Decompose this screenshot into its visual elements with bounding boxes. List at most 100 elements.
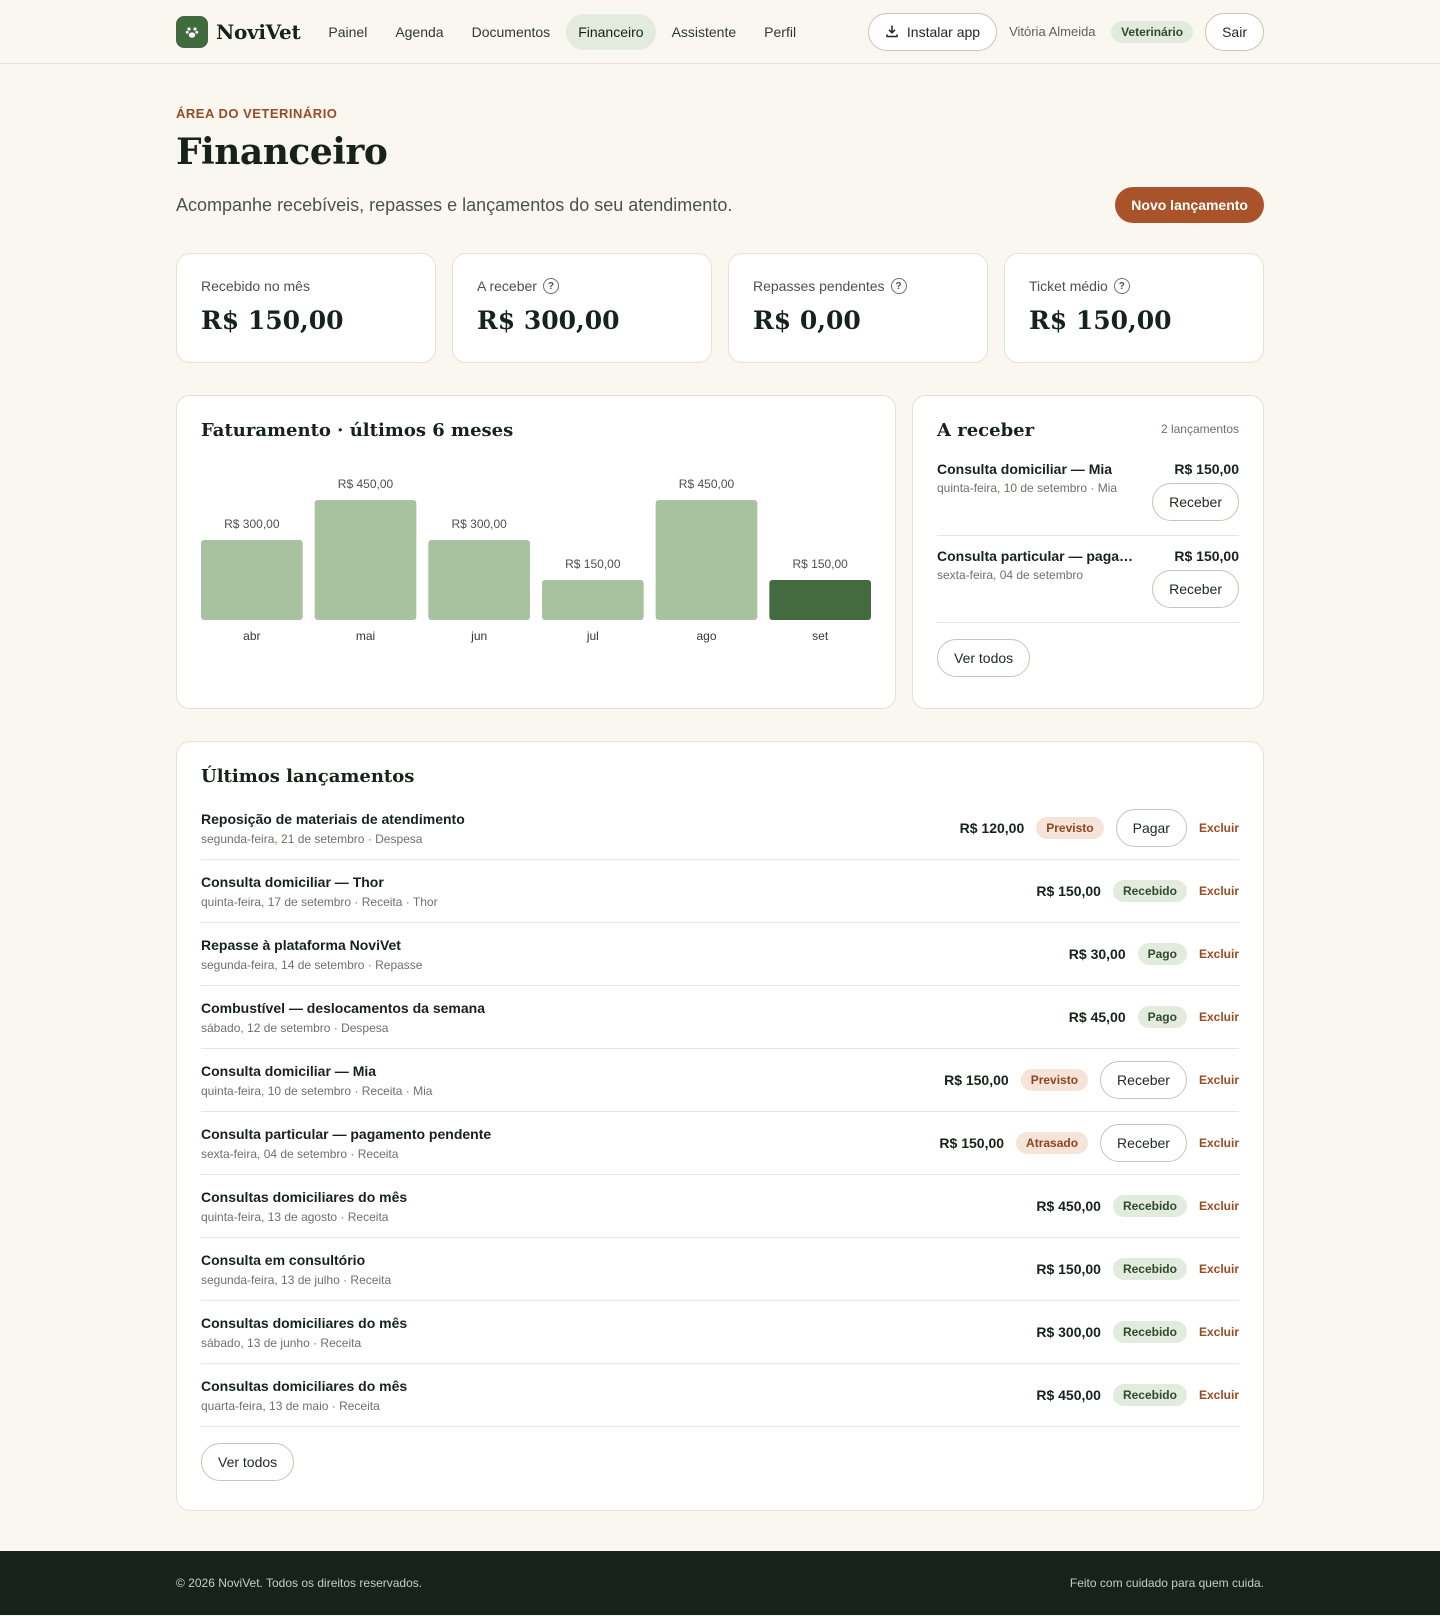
- entry-amount: R$ 450,00: [1036, 1198, 1101, 1214]
- entry-status-badge: Recebido: [1112, 1195, 1187, 1217]
- entry-subtitle: sexta-feira, 04 de setembro · Receita: [201, 1146, 399, 1161]
- stat-value: R$ 150,00: [1029, 306, 1172, 335]
- help-icon[interactable]: ?: [1113, 278, 1130, 294]
- chart-bar-jun: [428, 540, 530, 620]
- entry-delete-link[interactable]: Excluir: [1199, 821, 1239, 835]
- nav-agenda[interactable]: Agenda: [383, 14, 455, 50]
- stat-card-average-ticket: Ticket médio? R$ 150,00: [1004, 253, 1264, 363]
- entry-delete-link[interactable]: Excluir: [1199, 1010, 1239, 1024]
- chart-value-label: R$ 300,00: [451, 517, 507, 531]
- entry-amount: R$ 150,00: [939, 1135, 1005, 1151]
- entry-row: Repasse à plataforma NoviVet segunda-feir…: [201, 923, 1239, 986]
- chart-bar-ago: [655, 500, 758, 620]
- main-nav: Painel Agenda Documentos Financeiro Assi…: [316, 14, 808, 50]
- stat-value: R$ 0,00: [753, 306, 861, 335]
- entry-delete-link[interactable]: Excluir: [1199, 1136, 1239, 1150]
- nav-perfil[interactable]: Perfil: [752, 14, 808, 50]
- entry-subtitle: sábado, 13 de junho · Receita: [201, 1335, 362, 1350]
- entry-delete-link[interactable]: Excluir: [1199, 884, 1239, 898]
- entry-row: Consulta em consultório segunda-feira, 13…: [201, 1238, 1239, 1301]
- entry-action-button[interactable]: Receber: [1100, 1124, 1187, 1162]
- stats-row: Recebido no mês R$ 150,00 A receber? R$ …: [176, 253, 1264, 363]
- chart-category-label: set: [812, 629, 829, 643]
- entry-status-badge: Previsto: [1020, 1069, 1089, 1091]
- stat-label: Repasses pendentes: [753, 278, 885, 294]
- stat-card-receivable: A receber? R$ 300,00: [452, 253, 712, 363]
- chart-category-label: abr: [243, 629, 260, 643]
- chart-title: Faturamento · últimos 6 meses: [201, 420, 514, 441]
- stat-value: R$ 150,00: [201, 306, 344, 335]
- chart-value-label: R$ 450,00: [679, 477, 735, 491]
- stat-label: Ticket médio: [1029, 278, 1108, 294]
- entry-amount: R$ 450,00: [1036, 1387, 1101, 1403]
- role-badge: Veterinário: [1111, 21, 1194, 43]
- entry-status-badge: Previsto: [1036, 817, 1104, 839]
- install-app-button[interactable]: Instalar app: [867, 13, 998, 51]
- main-content: ÁREA DO VETERINÁRIO Financeiro Acompanhe…: [176, 64, 1264, 1511]
- entry-row: Combustível — deslocamentos da semana sáb…: [201, 986, 1239, 1049]
- entry-subtitle: quinta-feira, 10 de setembro · Receita ·…: [201, 1083, 433, 1098]
- receive-button[interactable]: Receber: [1152, 483, 1239, 521]
- entry-delete-link[interactable]: Excluir: [1199, 1262, 1239, 1276]
- entry-delete-link[interactable]: Excluir: [1199, 1388, 1239, 1402]
- entry-subtitle: segunda-feira, 21 de setembro · Despesa: [201, 831, 423, 846]
- receivables-title: A receber: [937, 420, 1035, 441]
- entry-action-button[interactable]: Pagar: [1115, 809, 1187, 847]
- entry-delete-link[interactable]: Excluir: [1199, 1199, 1239, 1213]
- entry-amount: R$ 150,00: [1036, 883, 1101, 899]
- chart-bar-mai: [314, 500, 417, 620]
- entry-row: Consultas domiciliares do mês quarta-feir…: [201, 1364, 1239, 1427]
- chart-bar-jul: [542, 580, 644, 620]
- entry-status-badge: Pago: [1137, 1006, 1187, 1028]
- receivable-amount: R$ 150,00: [1174, 461, 1239, 477]
- entry-row: Consulta particular — pagamento pendente…: [201, 1112, 1239, 1175]
- receivable-amount: R$ 150,00: [1174, 548, 1239, 564]
- logout-button[interactable]: Sair: [1205, 13, 1264, 51]
- entry-amount: R$ 150,00: [944, 1072, 1009, 1088]
- entries-title: Últimos lançamentos: [201, 766, 415, 787]
- receivables-view-all-button[interactable]: Ver todos: [937, 639, 1031, 677]
- chart-value-label: R$ 450,00: [338, 477, 394, 491]
- entry-subtitle: quarta-feira, 13 de maio · Receita: [201, 1398, 380, 1413]
- install-app-label: Instalar app: [906, 24, 981, 40]
- receive-button[interactable]: Receber: [1152, 570, 1239, 608]
- entries-view-all-button[interactable]: Ver todos: [201, 1443, 295, 1481]
- footer-tagline: Feito com cuidado para quem cuida.: [1069, 1576, 1264, 1590]
- entries-card: Últimos lançamentos Reposição de materia…: [176, 741, 1264, 1511]
- page-title: Financeiro: [176, 131, 388, 173]
- entry-row: Consultas domiciliares do mês quinta-feir…: [201, 1175, 1239, 1238]
- entry-delete-link[interactable]: Excluir: [1199, 1073, 1239, 1087]
- page-subtitle: Acompanhe recebíveis, repasses e lançame…: [176, 194, 733, 215]
- help-icon[interactable]: ?: [890, 278, 907, 294]
- entry-title: Consultas domiciliares do mês: [201, 1188, 408, 1205]
- help-icon[interactable]: ?: [542, 278, 559, 294]
- entry-delete-link[interactable]: Excluir: [1199, 947, 1239, 961]
- chart-value-label: R$ 150,00: [565, 557, 621, 571]
- nav-assistente[interactable]: Assistente: [660, 14, 749, 50]
- footer-copyright: © 2026 NoviVet. Todos os direitos reserv…: [176, 1576, 423, 1590]
- stat-label: A receber: [477, 278, 537, 294]
- entry-status-badge: Atrasado: [1016, 1132, 1089, 1154]
- nav-documentos[interactable]: Documentos: [460, 14, 563, 50]
- entry-row: Consulta domiciliar — Thor quinta-feira, …: [201, 860, 1239, 923]
- entry-amount: R$ 300,00: [1036, 1324, 1101, 1340]
- chart-value-label: R$ 300,00: [224, 517, 280, 531]
- revenue-chart-card: Faturamento · últimos 6 meses R$ 300,00 a…: [176, 395, 896, 709]
- receivable-title: Consulta particular — pagamento pendente: [937, 548, 1137, 564]
- top-navbar: NoviVet Painel Agenda Documentos Finance…: [0, 0, 1440, 64]
- nav-painel[interactable]: Painel: [316, 14, 379, 50]
- entry-row: Consultas domiciliares do mês sábado, 13 …: [201, 1301, 1239, 1364]
- entry-row: Consulta domiciliar — Mia quinta-feira, 1…: [201, 1049, 1239, 1112]
- paw-icon: [176, 16, 208, 48]
- chart-category-label: ago: [696, 629, 716, 643]
- nav-financeiro[interactable]: Financeiro: [566, 14, 656, 50]
- revenue-bar-chart: R$ 300,00 abr R$ 450,00 mai R$ 300,00 jun R$ 1…: [201, 477, 871, 643]
- entry-action-button[interactable]: Receber: [1100, 1061, 1187, 1099]
- entry-delete-link[interactable]: Excluir: [1199, 1325, 1239, 1339]
- entry-amount: R$ 30,00: [1068, 946, 1126, 962]
- new-entry-button[interactable]: Novo lançamento: [1115, 187, 1264, 223]
- brand-logo[interactable]: NoviVet: [176, 16, 301, 48]
- entry-title: Consultas domiciliares do mês: [201, 1377, 408, 1394]
- stat-value: R$ 300,00: [477, 306, 620, 335]
- stat-label: Recebido no mês: [201, 278, 310, 294]
